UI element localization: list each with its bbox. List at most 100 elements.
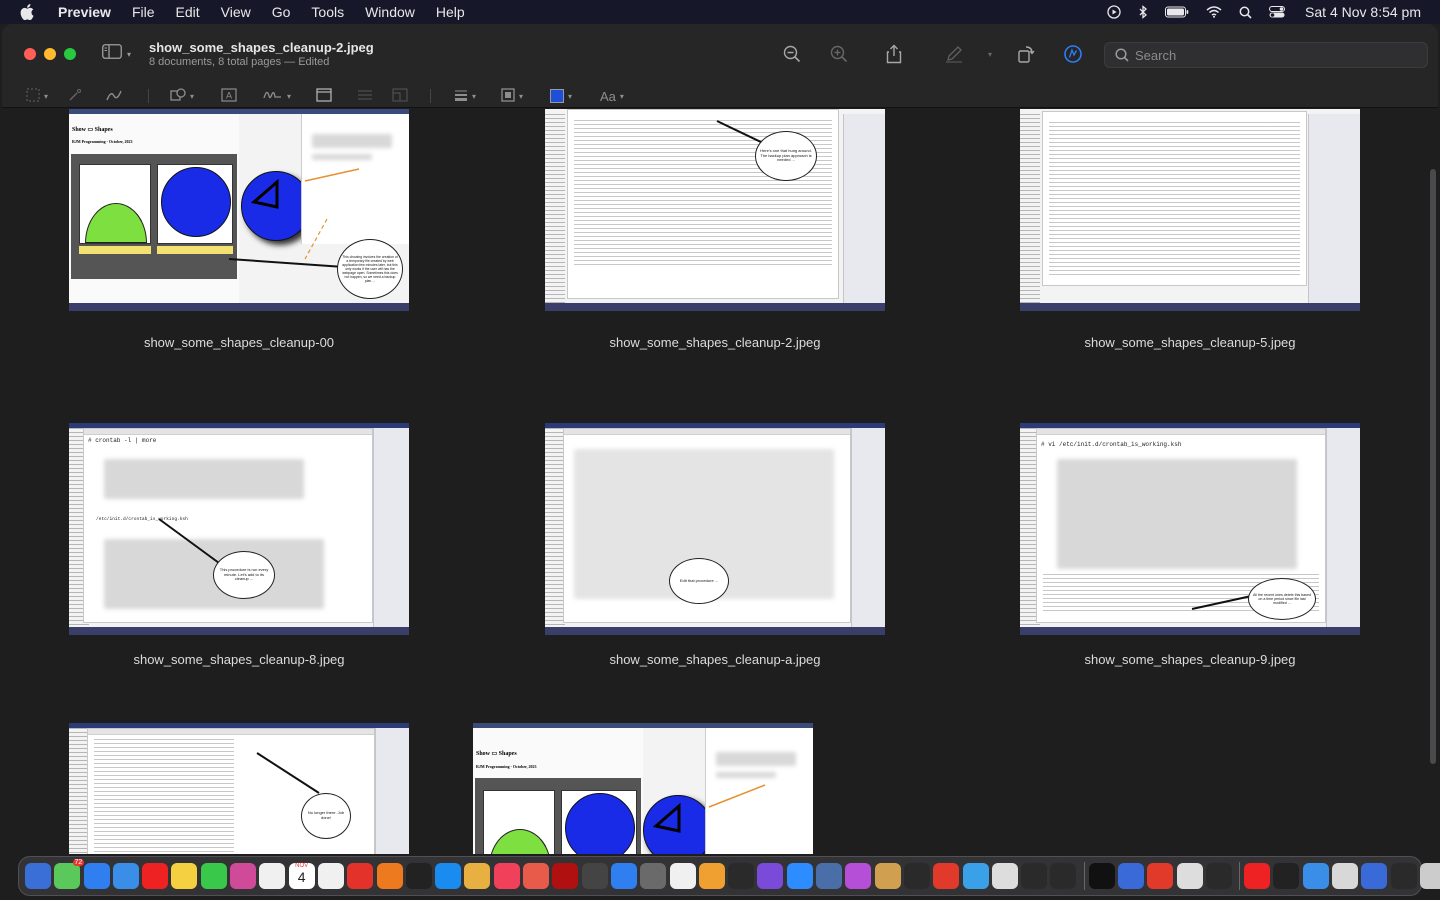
menu-window[interactable]: Window [365, 4, 415, 20]
rotate-button[interactable] [1014, 42, 1038, 66]
shapes-tool-button[interactable]: ▾ [170, 87, 194, 105]
dock-app-icon[interactable] [1021, 863, 1048, 889]
dock-app-icon[interactable] [552, 863, 579, 889]
dock-app-icon[interactable] [317, 863, 344, 889]
menu-go[interactable]: Go [272, 4, 291, 20]
thumbnail-item[interactable]: show_some_shapes_cleanup-5.jpeg [1020, 109, 1360, 350]
zoom-in-button[interactable] [827, 42, 851, 66]
share-button[interactable] [882, 42, 906, 66]
menu-view[interactable]: View [221, 4, 251, 20]
signature-tool-button[interactable]: ▾ [263, 87, 291, 105]
dock-app-icon[interactable] [259, 863, 286, 889]
menu-file[interactable]: File [132, 4, 155, 20]
dock-app-icon[interactable] [200, 863, 227, 889]
thumbnail-item[interactable]: Show ▭ Shapes RJM Programming - October,… [69, 109, 409, 350]
dock-app-icon[interactable] [142, 863, 169, 889]
thumbnail-image[interactable]: No longer there. Job done! [69, 723, 409, 854]
dock-app-icon[interactable] [1273, 863, 1300, 889]
thumbnail-image[interactable]: Edit that procedure ... [545, 423, 885, 635]
wifi-icon[interactable] [1206, 6, 1222, 18]
dock-app-icon[interactable] [1050, 863, 1077, 889]
dock-app-icon[interactable] [874, 863, 901, 889]
selection-tool-button[interactable]: ▾ [26, 87, 48, 105]
text-tool-button[interactable]: A [221, 87, 237, 105]
thumbnail-image[interactable]: Show ▭ Shapes RJM Programming - October,… [473, 723, 813, 854]
menu-clock[interactable]: Sat 4 Nov 8:54 pm [1305, 4, 1421, 20]
control-center-icon[interactable] [1269, 6, 1286, 18]
sketch-tool-button[interactable] [106, 87, 122, 105]
dock-app-icon[interactable] [83, 863, 110, 889]
markup-pen-button[interactable] [942, 42, 966, 66]
markup-options-button[interactable]: ▾ [978, 42, 1002, 66]
dock-app-icon[interactable] [1088, 863, 1115, 889]
thumbnail-item[interactable]: # vi /etc/init.d/crontab_is_working.ksh … [1020, 423, 1360, 667]
adjust-color-button[interactable] [357, 87, 373, 105]
thumbnail-item[interactable]: No longer there. Job done! [69, 723, 409, 854]
dock-app-icon[interactable] [1361, 863, 1388, 889]
search-field[interactable] [1104, 42, 1428, 68]
zoom-window-button[interactable] [64, 48, 76, 60]
dock-app-icon[interactable] [376, 863, 403, 889]
border-color-button[interactable]: ▾ [501, 87, 523, 105]
text-style-button[interactable]: Aa ▾ [600, 87, 624, 105]
thumbnail-item[interactable]: Here's one that hung around. The backup … [545, 109, 885, 350]
dock-app-icon[interactable] [1419, 863, 1440, 889]
thumbnail-image[interactable]: Here's one that hung around. The backup … [545, 109, 885, 311]
dock-app-icon[interactable] [435, 863, 462, 889]
thumbnail-item[interactable]: Edit that procedure ... show_some_shapes… [545, 423, 885, 667]
minimize-window-button[interactable] [44, 48, 56, 60]
dock-app-icon[interactable] [464, 863, 491, 889]
dock-app-icon[interactable] [728, 863, 755, 889]
dock-app-icon[interactable] [845, 863, 872, 889]
thumbnail-image[interactable]: Show ▭ Shapes RJM Programming - October,… [69, 109, 409, 311]
dock-app-icon[interactable] [25, 863, 51, 889]
dock-app-icon[interactable] [698, 863, 725, 889]
dock-app-icon[interactable] [1302, 863, 1329, 889]
annotate-button[interactable] [1061, 42, 1085, 66]
dock-app-icon[interactable] [962, 863, 989, 889]
thumbnail-image[interactable] [1020, 109, 1360, 311]
dock-app-icon[interactable] [1332, 863, 1359, 889]
menu-edit[interactable]: Edit [176, 4, 200, 20]
zoom-out-button[interactable] [780, 42, 804, 66]
dock-app-icon[interactable] [523, 863, 550, 889]
thumbnail-image[interactable]: # vi /etc/init.d/crontab_is_working.ksh … [1020, 423, 1360, 635]
dock-app-icon[interactable] [171, 863, 198, 889]
dock-app-icon[interactable] [1176, 863, 1203, 889]
close-window-button[interactable] [24, 48, 36, 60]
battery-icon[interactable] [1165, 6, 1189, 18]
thumbnail-image[interactable]: # crontab -l | more /etc/init.d/crontab_… [69, 423, 409, 635]
dock-app-icon[interactable] [1117, 863, 1144, 889]
dock-app-icon[interactable] [903, 863, 930, 889]
dock-app-icon[interactable]: 72 [54, 859, 85, 889]
play-circle-icon[interactable] [1107, 5, 1121, 19]
dock-app-icon[interactable] [1390, 863, 1417, 889]
dock-app-icon[interactable] [405, 863, 432, 889]
thumbnail-item[interactable]: Show ▭ Shapes RJM Programming - October,… [473, 723, 813, 854]
dock-app-icon[interactable] [1205, 863, 1232, 889]
instant-alpha-button[interactable] [68, 87, 82, 105]
adjust-size-button[interactable] [392, 87, 408, 105]
search-input[interactable] [1135, 47, 1415, 63]
menu-help[interactable]: Help [436, 4, 465, 20]
dock-app-icon[interactable] [933, 863, 960, 889]
dock-app-icon[interactable] [230, 863, 257, 889]
sidebar-toggle-button[interactable]: ▾ [102, 44, 131, 64]
line-style-button[interactable]: ▾ [454, 87, 476, 105]
dock-app-icon[interactable] [112, 863, 139, 889]
menu-tools[interactable]: Tools [311, 4, 344, 20]
spotlight-icon[interactable] [1239, 6, 1252, 19]
dock-app-icon[interactable] [347, 863, 374, 889]
dock-app-icon[interactable] [1147, 863, 1174, 889]
menu-app-name[interactable]: Preview [58, 4, 111, 20]
dock-app-icon[interactable] [757, 863, 784, 889]
apple-menu-icon[interactable] [20, 4, 40, 20]
dock-app-icon[interactable] [640, 863, 667, 889]
dock-app-icon[interactable]: NOV 4 [288, 863, 315, 889]
vertical-scrollbar[interactable] [1430, 169, 1436, 764]
dock-app-icon[interactable] [669, 863, 696, 889]
thumbnail-item[interactable]: # crontab -l | more /etc/init.d/crontab_… [69, 423, 409, 667]
dock-app-icon[interactable] [1244, 863, 1271, 889]
bluetooth-icon[interactable] [1138, 5, 1148, 19]
dock-app-icon[interactable] [610, 863, 637, 889]
